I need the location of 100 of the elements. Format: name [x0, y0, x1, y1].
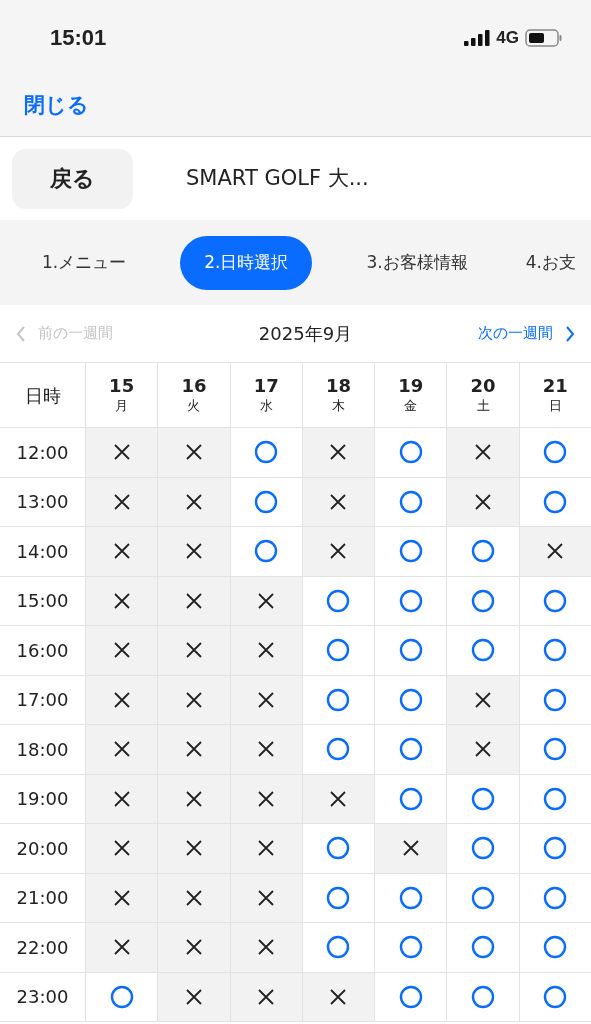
slot-cell[interactable]: [157, 477, 230, 526]
slot-cell[interactable]: [157, 824, 230, 873]
slot-cell[interactable]: [157, 725, 230, 774]
cross-icon: [257, 641, 276, 660]
circle-icon: [398, 885, 423, 910]
cross-icon: [112, 492, 131, 511]
slot-cell[interactable]: [85, 923, 158, 972]
cross-icon: [184, 641, 203, 660]
slot-cell[interactable]: [229, 824, 302, 873]
slot-cell[interactable]: [446, 675, 519, 724]
slot-cell[interactable]: [85, 576, 158, 625]
circle-icon: [398, 638, 423, 663]
step-tab[interactable]: 4.お支: [507, 235, 591, 290]
cross-icon: [184, 789, 203, 808]
slot-cell[interactable]: [85, 527, 158, 576]
cross-icon: [112, 938, 131, 957]
cross-icon: [184, 740, 203, 759]
slot-cell[interactable]: [157, 626, 230, 675]
cross-icon: [112, 740, 131, 759]
step-tab[interactable]: 1.メニュー: [24, 235, 145, 290]
time-label: 13:00: [16, 490, 69, 515]
cross-icon: [329, 789, 348, 808]
slot-cell[interactable]: [446, 725, 519, 774]
circle-icon: [326, 885, 351, 910]
slot-cell[interactable]: [374, 824, 447, 873]
time-label: 23:00: [16, 985, 69, 1010]
slot-cell[interactable]: [301, 527, 375, 576]
slot-cell[interactable]: [85, 873, 158, 922]
cross-icon: [257, 740, 276, 759]
cross-icon: [257, 789, 276, 808]
circle-icon: [254, 489, 279, 514]
cross-icon: [329, 492, 348, 511]
slot-cell[interactable]: [157, 972, 230, 1021]
cross-icon: [184, 839, 203, 858]
cross-icon: [474, 492, 493, 511]
cross-icon: [257, 938, 276, 957]
slot-cell[interactable]: [518, 527, 591, 576]
cross-icon: [112, 443, 131, 462]
slot-cell[interactable]: [301, 428, 375, 477]
slot-cell[interactable]: [229, 626, 302, 675]
circle-icon: [254, 440, 279, 465]
time-label: 21:00: [16, 886, 69, 911]
back-button[interactable]: 戻る: [12, 148, 133, 209]
time-label: 12:00: [16, 440, 69, 465]
cross-icon: [401, 839, 420, 858]
circle-icon: [543, 935, 568, 960]
slot-cell[interactable]: [157, 923, 230, 972]
slot-cell[interactable]: [85, 477, 158, 526]
slot-cell[interactable]: [85, 675, 158, 724]
day-header: 18 木: [301, 363, 375, 427]
slot-cell[interactable]: [157, 527, 230, 576]
slot-cell[interactable]: [85, 626, 158, 675]
circle-icon: [543, 786, 568, 811]
month-label: 2025年9月: [258, 322, 353, 346]
slot-cell[interactable]: [157, 675, 230, 724]
circle-icon: [398, 984, 423, 1009]
slot-cell[interactable]: [85, 428, 158, 477]
slot-cell[interactable]: [446, 477, 519, 526]
slot-cell[interactable]: [85, 774, 158, 823]
status-time: 15:01: [50, 24, 107, 52]
day-header: 20 土: [446, 363, 519, 427]
circle-icon: [398, 687, 423, 712]
slot-cell[interactable]: [157, 428, 230, 477]
step-tab[interactable]: 2.日時選択: [180, 235, 313, 290]
chevron-right-icon: [565, 325, 575, 342]
circle-icon: [398, 588, 423, 613]
slot-cell[interactable]: [229, 725, 302, 774]
circle-icon: [471, 588, 496, 613]
slot-cell[interactable]: [157, 774, 230, 823]
slot-cell[interactable]: [157, 576, 230, 625]
circle-icon: [543, 440, 568, 465]
cross-icon: [112, 839, 131, 858]
slot-cell[interactable]: [157, 873, 230, 922]
close-button[interactable]: 閉じる: [24, 89, 89, 122]
circle-icon: [543, 984, 568, 1009]
slot-cell[interactable]: [229, 576, 302, 625]
circle-icon: [471, 638, 496, 663]
slot-cell[interactable]: [301, 972, 375, 1021]
battery-icon: [525, 28, 563, 47]
time-label: 22:00: [16, 935, 69, 960]
slot-cell[interactable]: [229, 675, 302, 724]
slot-cell[interactable]: [229, 923, 302, 972]
next-week-button[interactable]: 次の一週間: [478, 322, 575, 345]
circle-icon: [254, 539, 279, 564]
slot-cell[interactable]: [446, 428, 519, 477]
day-header: 19 金: [374, 363, 447, 427]
signal-icon: [464, 29, 491, 46]
circle-icon: [471, 935, 496, 960]
cross-icon: [474, 690, 493, 709]
slot-cell[interactable]: [85, 824, 158, 873]
step-tab[interactable]: 3.お客様情報: [348, 235, 486, 290]
slot-cell[interactable]: [229, 873, 302, 922]
cross-icon: [474, 443, 493, 462]
slot-cell[interactable]: [229, 972, 302, 1021]
slot-cell[interactable]: [85, 725, 158, 774]
slot-cell[interactable]: [301, 477, 375, 526]
day-header: 15 月: [85, 363, 158, 427]
cross-icon: [257, 591, 276, 610]
slot-cell[interactable]: [229, 774, 302, 823]
slot-cell[interactable]: [301, 774, 375, 823]
